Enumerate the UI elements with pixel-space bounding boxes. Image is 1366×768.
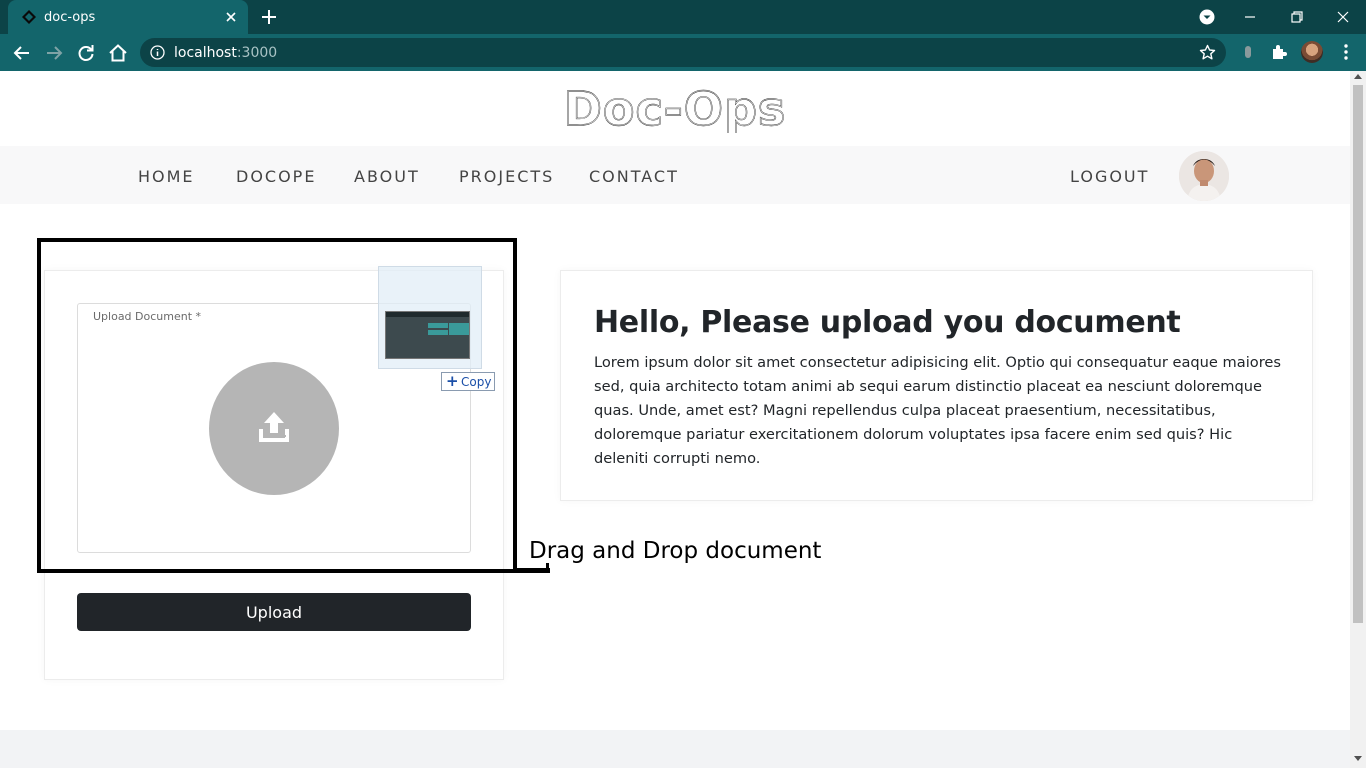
- nav-about[interactable]: ABOUT: [354, 167, 420, 186]
- tab-title: doc-ops: [44, 10, 96, 25]
- upload-icon: [259, 412, 289, 442]
- drag-copy-badge: + Copy: [441, 372, 495, 391]
- plus-icon[interactable]: [260, 8, 278, 26]
- reload-icon[interactable]: [75, 42, 97, 64]
- doc-ops-favicon: [22, 10, 36, 24]
- upload-target-circle[interactable]: [209, 362, 339, 495]
- nav-docope[interactable]: DOCOPE: [236, 167, 316, 186]
- copy-label: Copy: [461, 375, 492, 389]
- upload-button[interactable]: Upload: [77, 593, 471, 631]
- close-icon[interactable]: [222, 8, 240, 26]
- browser-tab[interactable]: doc-ops: [8, 0, 248, 34]
- url-port: :3000: [236, 45, 278, 61]
- footer-band: [0, 730, 1350, 768]
- back-icon[interactable]: [11, 42, 33, 64]
- info-card: Hello, Please upload you document Lorem …: [560, 270, 1313, 501]
- url-host: localhost: [174, 45, 237, 61]
- minimize-icon[interactable]: [1239, 6, 1261, 28]
- plus-icon: +: [446, 372, 459, 390]
- logo-inline-stroke: Doc-Ops: [564, 83, 787, 133]
- star-icon[interactable]: [1199, 44, 1216, 61]
- info-heading: Hello, Please upload you document: [594, 305, 1181, 340]
- preview-accent: [428, 330, 448, 335]
- annotation-pointer-tick: [546, 563, 549, 573]
- nav-logout[interactable]: LOGOUT: [1070, 167, 1149, 186]
- url-text: localhost:3000: [174, 45, 277, 61]
- nav-home[interactable]: HOME: [138, 167, 195, 186]
- nav-projects[interactable]: PROJECTS: [459, 167, 554, 186]
- kebab-menu-icon[interactable]: [1337, 43, 1355, 61]
- info-body: Lorem ipsum dolor sit amet consectetur a…: [594, 354, 1281, 467]
- home-icon[interactable]: [107, 42, 129, 64]
- main-navbar: HOME DOCOPE ABOUT PROJECTS CONTACT LOGOU…: [0, 146, 1350, 204]
- dragged-file-preview: [385, 311, 470, 359]
- page-scrollbar[interactable]: [1350, 71, 1366, 768]
- extension-icon[interactable]: [1239, 43, 1257, 61]
- user-avatar[interactable]: [1179, 151, 1229, 201]
- annotation-text: Drag and Drop document: [529, 538, 822, 564]
- avatar-portrait: [1179, 151, 1229, 201]
- browser-tab-bar: doc-ops: [0, 0, 1366, 34]
- profile-avatar[interactable]: [1301, 41, 1323, 63]
- site-logo[interactable]: Doc-Ops Doc-Ops: [540, 83, 810, 133]
- preview-titlebar: [386, 312, 469, 317]
- forward-icon[interactable]: [43, 42, 65, 64]
- page-viewport: Doc-Ops Doc-Ops HOME DOCOPE ABOUT PROJEC…: [0, 71, 1350, 768]
- annotation-pointer: [514, 568, 550, 573]
- restore-icon[interactable]: [1286, 6, 1308, 28]
- preview-accent: [428, 323, 448, 328]
- upload-field-label: Upload Document *: [93, 310, 202, 323]
- address-bar[interactable]: localhost:3000: [140, 38, 1226, 67]
- drag-preview-thumbnail: [378, 266, 482, 369]
- nav-contact[interactable]: CONTACT: [589, 167, 679, 186]
- tab-search-icon[interactable]: [1199, 9, 1215, 25]
- preview-accent: [449, 323, 469, 335]
- scroll-up-arrow[interactable]: [1354, 74, 1362, 79]
- puzzle-icon[interactable]: [1270, 43, 1288, 61]
- scrollbar-thumb[interactable]: [1353, 85, 1363, 623]
- browser-toolbar: localhost:3000: [0, 34, 1366, 71]
- scroll-down-arrow[interactable]: [1354, 756, 1362, 761]
- info-icon[interactable]: [150, 45, 165, 60]
- window-close-icon[interactable]: [1332, 6, 1354, 28]
